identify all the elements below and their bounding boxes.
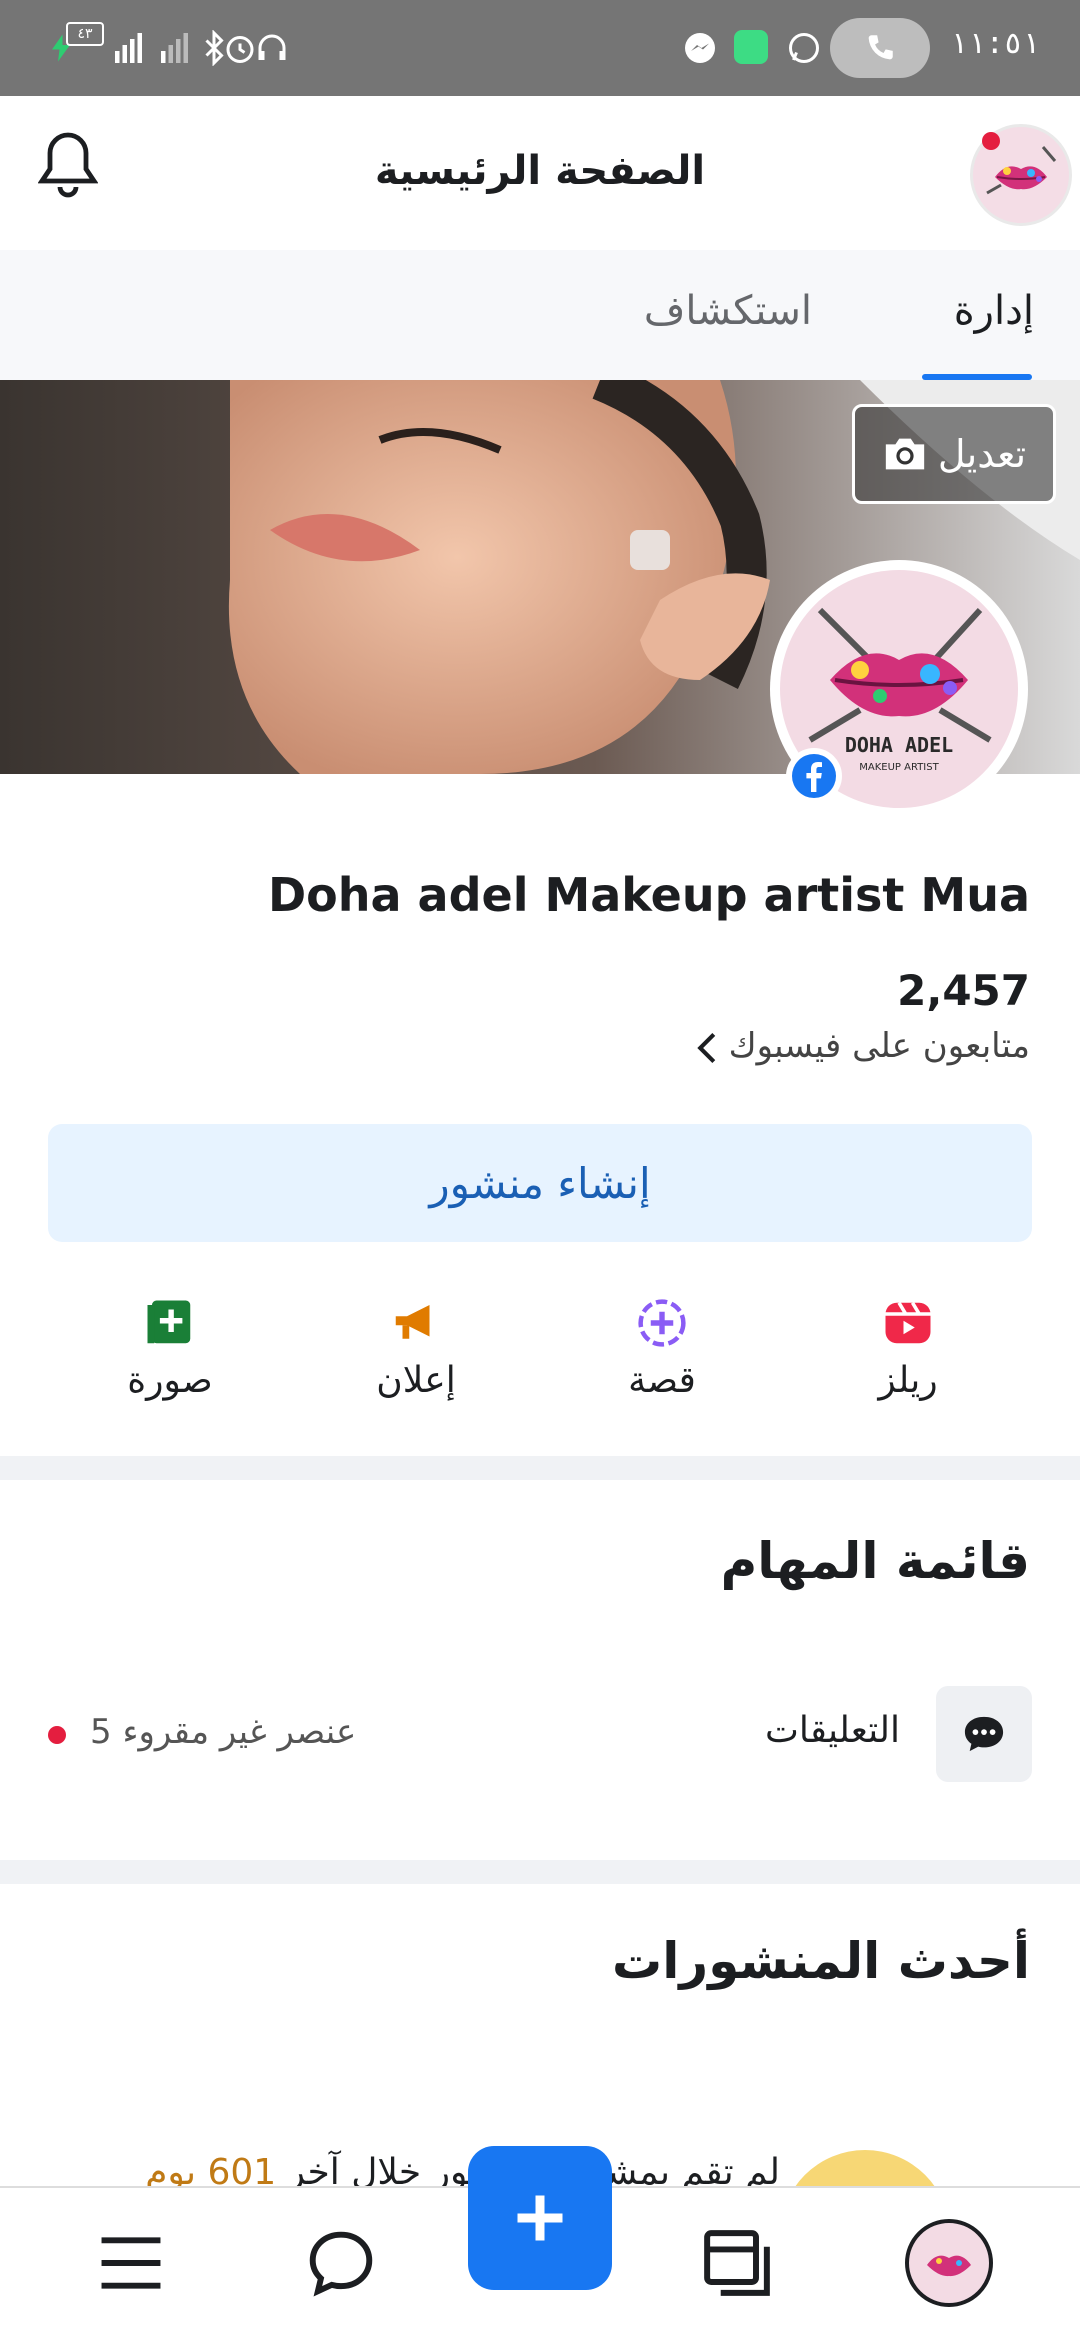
create-post-button[interactable]: إنشاء منشور [48, 1124, 1032, 1242]
phone-icon [868, 35, 893, 60]
followers-label: متابعون على فيسبوك [728, 1026, 1030, 1066]
ad-action[interactable]: إعلان [316, 1280, 516, 1420]
plus-icon [517, 2195, 563, 2241]
reels-icon [885, 1301, 931, 1344]
tasks-title: قائمة المهام [720, 1532, 1030, 1590]
ongoing-call-pill[interactable] [830, 18, 930, 78]
section-divider [0, 1860, 1080, 1884]
tab-explore[interactable]: استكشاف [644, 288, 812, 334]
signal-weak-icon [161, 33, 188, 63]
page-name: Doha adel Makeup artist Mua [267, 868, 1030, 922]
chevron-left-icon [697, 1032, 716, 1063]
unread-dot [48, 1726, 66, 1744]
edit-cover-label: تعديل [937, 432, 1027, 476]
page-title: الصفحة الرئيسية [374, 148, 706, 194]
create-fab-button[interactable] [468, 2146, 612, 2290]
chat-bubble-icon [309, 2231, 373, 2297]
followers-link[interactable]: متابعون على فيسبوك [696, 1026, 1030, 1066]
lips-logo-icon [927, 2255, 971, 2277]
app-notification-icon [734, 30, 768, 64]
tab-bar: إدارة استكشاف [0, 250, 1080, 380]
nav-avatar [905, 2219, 993, 2307]
whatsapp-icon [789, 33, 819, 63]
edit-cover-button[interactable]: تعديل [852, 404, 1056, 504]
notification-dot [982, 132, 1000, 150]
story-action[interactable]: قصة [562, 1280, 762, 1420]
nav-profile[interactable] [904, 2218, 994, 2308]
photo-label: صورة [127, 1360, 213, 1401]
reels-action[interactable]: ريلز [808, 1280, 1008, 1420]
logo-subtitle: MAKEUP ARTIST [859, 762, 939, 773]
alarm-icon [226, 36, 254, 63]
task-icon-box [936, 1686, 1032, 1782]
nav-messages[interactable] [296, 2218, 386, 2308]
recent-posts-title: أحدث المنشورات [612, 1932, 1030, 1990]
story-label: قصة [628, 1360, 696, 1401]
nav-content[interactable] [692, 2218, 782, 2308]
section-divider [0, 1456, 1080, 1480]
reels-label: ريلز [878, 1360, 938, 1401]
menu-icon [101, 2237, 161, 2289]
status-bar: ٤٣ ١١:٥١ [0, 0, 1080, 96]
task-status: 5 عنصر غير مقروء [90, 1712, 357, 1752]
story-icon [638, 1299, 686, 1347]
photo-icon [147, 1300, 191, 1344]
quick-actions: ريلز قصة إعلان صورة [0, 1280, 1080, 1420]
megaphone-icon [395, 1305, 430, 1339]
photo-action[interactable]: صورة [70, 1280, 270, 1420]
logo-title: DOHA ADEL [845, 733, 953, 757]
task-label: التعليقات [764, 1710, 900, 1751]
comment-icon [964, 1716, 1004, 1752]
ad-label: إعلان [376, 1360, 456, 1401]
battery-indicator: ٤٣ [66, 22, 104, 46]
facebook-icon [792, 754, 836, 798]
camera-icon [885, 438, 925, 470]
clock: ١١:٥١ [949, 26, 1040, 61]
nav-menu[interactable] [86, 2218, 176, 2308]
followers-count: 2,457 [897, 966, 1030, 1015]
content-library-icon [704, 2230, 770, 2296]
facebook-badge [786, 748, 842, 804]
messenger-icon [685, 33, 715, 63]
signal-icon [115, 33, 142, 63]
tab-manage[interactable]: إدارة [954, 288, 1034, 334]
headphones-icon [258, 34, 286, 60]
task-item-comments[interactable]: التعليقات 5 عنصر غير مقروء [0, 1686, 1080, 1786]
